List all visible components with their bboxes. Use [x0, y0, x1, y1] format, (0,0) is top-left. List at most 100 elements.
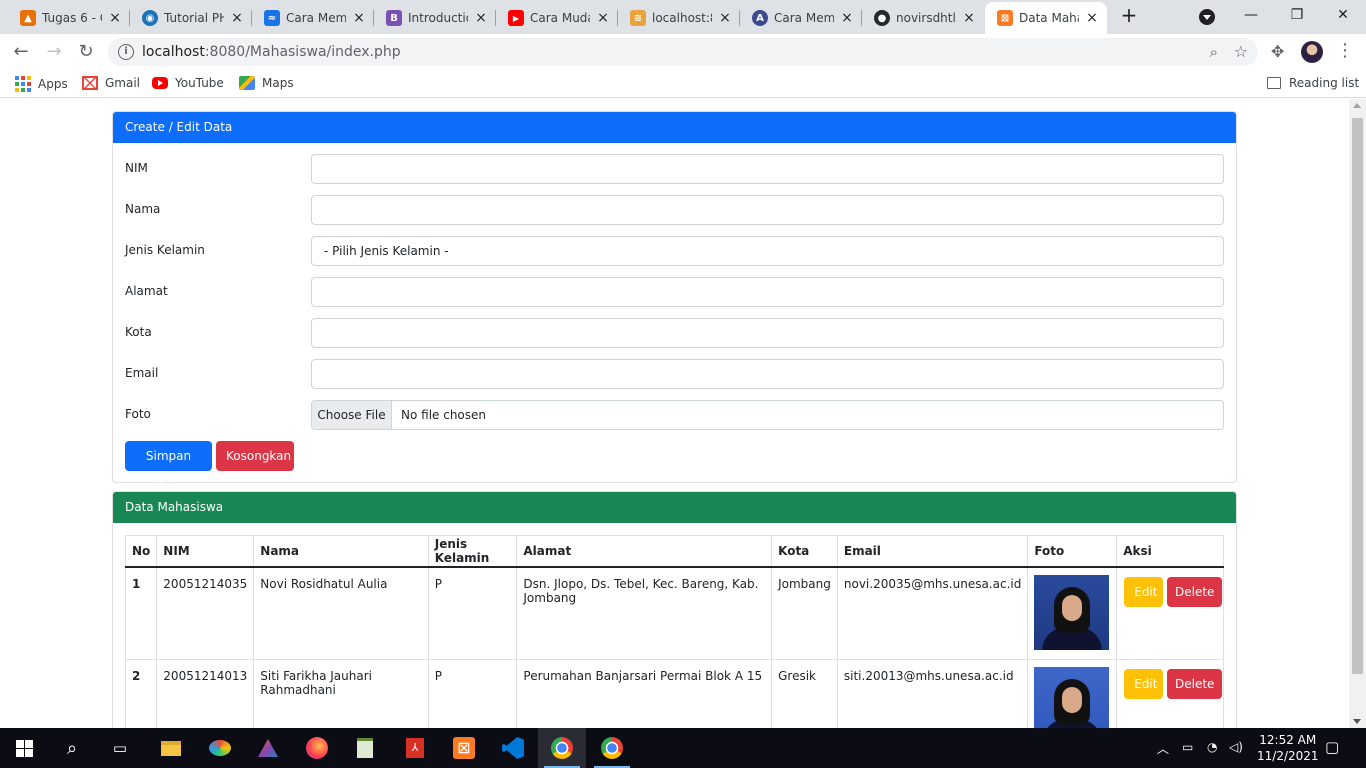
start-button[interactable]: [0, 728, 48, 768]
tab-title: Cara Muda: [530, 11, 590, 25]
save-button[interactable]: Simpan Data: [125, 441, 212, 493]
search-icon[interactable]: ⌕: [48, 728, 96, 768]
browser-tab-active[interactable]: ⊠ Data Maha ×: [985, 2, 1107, 34]
column-header: Nama: [253, 535, 429, 568]
chrome-icon[interactable]: [538, 728, 586, 768]
app-icon[interactable]: [244, 728, 292, 768]
edit-button[interactable]: Edit: [1124, 576, 1164, 607]
notepad-icon[interactable]: [341, 728, 389, 768]
browser-tab[interactable]: ≈ Cara Memb ×: [252, 2, 374, 34]
battery-icon[interactable]: ▭: [1182, 740, 1193, 754]
page-viewport: Create / Edit Data NIM Nama Jenis Kelami…: [0, 99, 1366, 728]
close-tab-icon[interactable]: ×: [962, 11, 976, 25]
maps-icon: [239, 76, 255, 90]
close-window-icon[interactable]: ✕: [1320, 0, 1366, 30]
cell-nama: Novi Rosidhatul Aulia: [253, 566, 429, 660]
form-row-foto: Foto Choose File No file chosen: [125, 400, 1224, 430]
browser-tab[interactable]: ▲ Tugas 6 - C ×: [8, 2, 130, 34]
new-tab-icon[interactable]: +: [1118, 5, 1140, 27]
forward-icon[interactable]: →: [42, 40, 66, 64]
browser-tab[interactable]: ▶ Cara Muda ×: [496, 2, 618, 34]
kota-input[interactable]: [311, 318, 1224, 348]
field-label: Nama: [125, 202, 161, 216]
bookmark-star-icon[interactable]: ☆: [1234, 42, 1248, 61]
foto-file-input[interactable]: Choose File No file chosen: [311, 400, 1224, 430]
card-header: Data Mahasiswa: [113, 492, 1236, 523]
form-row-alamat: Alamat: [125, 277, 1224, 307]
wifi-icon[interactable]: ◔: [1207, 740, 1217, 754]
taskbar-clock[interactable]: 12:52 AM 11/2/2021: [1257, 732, 1319, 764]
clear-button[interactable]: Kosongkan: [216, 441, 294, 471]
task-view-icon[interactable]: ▭: [96, 728, 144, 768]
address-bar[interactable]: i localhost:8080/Mahasiswa/index.php ⌕ ☆: [108, 38, 1258, 66]
tray-overflow-icon[interactable]: ︿: [1157, 740, 1169, 757]
browser-tab-strip: ▲ Tugas 6 - C × ◉ Tutorial PH × ≈ Cara M…: [0, 0, 1366, 34]
nama-input[interactable]: [311, 195, 1224, 225]
card-header: Create / Edit Data: [113, 112, 1236, 143]
browser-tab[interactable]: A Cara Memb ×: [740, 2, 862, 34]
close-tab-icon[interactable]: ×: [718, 11, 732, 25]
reading-list-button[interactable]: Reading list: [1267, 76, 1359, 90]
tab-search-icon[interactable]: [1199, 9, 1215, 25]
vscode-icon[interactable]: [489, 728, 537, 768]
bookmark-gmail[interactable]: Gmail: [82, 76, 140, 90]
close-tab-icon[interactable]: ×: [596, 11, 610, 25]
edit-button[interactable]: Edit: [1124, 668, 1164, 699]
student-photo: [1034, 574, 1110, 650]
url-text[interactable]: localhost:8080/Mahasiswa/index.php: [142, 44, 401, 60]
paint-icon[interactable]: [196, 728, 244, 768]
nim-input[interactable]: [311, 154, 1224, 184]
bookmark-youtube[interactable]: YouTube: [152, 76, 224, 90]
close-tab-icon[interactable]: ×: [474, 11, 488, 25]
reload-icon[interactable]: ↻: [74, 40, 98, 64]
jenis-kelamin-select[interactable]: - Pilih Jenis Kelamin -: [311, 236, 1224, 266]
delete-button[interactable]: Delete: [1167, 576, 1223, 607]
page-scrollbar[interactable]: [1349, 99, 1366, 728]
file-status-text: No file chosen: [401, 408, 487, 422]
scroll-up-icon[interactable]: [1353, 103, 1361, 108]
field-label: Jenis Kelamin: [125, 243, 205, 257]
scrollbar-thumb[interactable]: [1352, 118, 1363, 674]
table-row: 2 20051214013 Siti Farikha Jauhari Rahma…: [124, 658, 1224, 728]
notifications-icon[interactable]: ▢: [1325, 738, 1339, 756]
close-tab-icon[interactable]: ×: [230, 11, 244, 25]
firefox-icon[interactable]: [293, 728, 341, 768]
url-path: :8080/Mahasiswa/index.php: [204, 44, 401, 60]
bookmark-apps[interactable]: Apps: [15, 76, 68, 92]
xampp-icon[interactable]: ⊠: [440, 728, 488, 768]
browser-tab[interactable]: ◉ Tutorial PH ×: [130, 2, 252, 34]
restore-icon[interactable]: ❐: [1274, 0, 1320, 30]
close-tab-icon[interactable]: ×: [108, 11, 122, 25]
close-tab-icon[interactable]: ×: [1085, 11, 1099, 25]
volume-icon[interactable]: ◁): [1229, 740, 1243, 754]
delete-button[interactable]: Delete: [1167, 668, 1223, 699]
menu-icon[interactable]: ⋮: [1336, 40, 1354, 61]
profile-avatar[interactable]: [1301, 41, 1323, 63]
alamat-input[interactable]: [311, 277, 1224, 307]
browser-tab[interactable]: ≋ localhost:8 ×: [618, 2, 740, 34]
pdf-reader-icon[interactable]: ⅄: [391, 728, 439, 768]
back-icon[interactable]: ←: [9, 40, 33, 64]
minimize-icon[interactable]: —: [1228, 0, 1274, 30]
form-row-kota: Kota: [125, 318, 1224, 348]
tab-title: Tugas 6 - C: [42, 11, 102, 25]
tab-title: Introductio: [408, 11, 468, 25]
search-icon[interactable]: ⌕: [1210, 43, 1218, 61]
file-explorer-icon[interactable]: [147, 728, 195, 768]
site-info-icon[interactable]: i: [118, 44, 134, 60]
browser-tab[interactable]: B Introductio ×: [374, 2, 496, 34]
close-tab-icon[interactable]: ×: [352, 11, 366, 25]
browser-tab[interactable]: ● novirsdhtl/ ×: [862, 2, 984, 34]
choose-file-button[interactable]: Choose File: [312, 401, 392, 429]
email-input[interactable]: [311, 359, 1224, 389]
scroll-down-icon[interactable]: [1353, 719, 1361, 724]
close-tab-icon[interactable]: ×: [840, 11, 854, 25]
extensions-icon[interactable]: ✥: [1271, 42, 1284, 61]
bookmark-maps[interactable]: Maps: [239, 76, 294, 90]
windows-taskbar: ⌕ ▭ ⅄ ⊠ ︿ ▭ ◔ ◁) 12:52 AM 11/2/2021 ▢: [0, 728, 1366, 768]
bootstrap-icon: B: [386, 10, 402, 26]
url-host: localhost: [142, 44, 205, 60]
chrome-profile-icon[interactable]: [588, 728, 636, 768]
field-label: Email: [125, 366, 159, 380]
form-row-email: Email: [125, 359, 1224, 389]
